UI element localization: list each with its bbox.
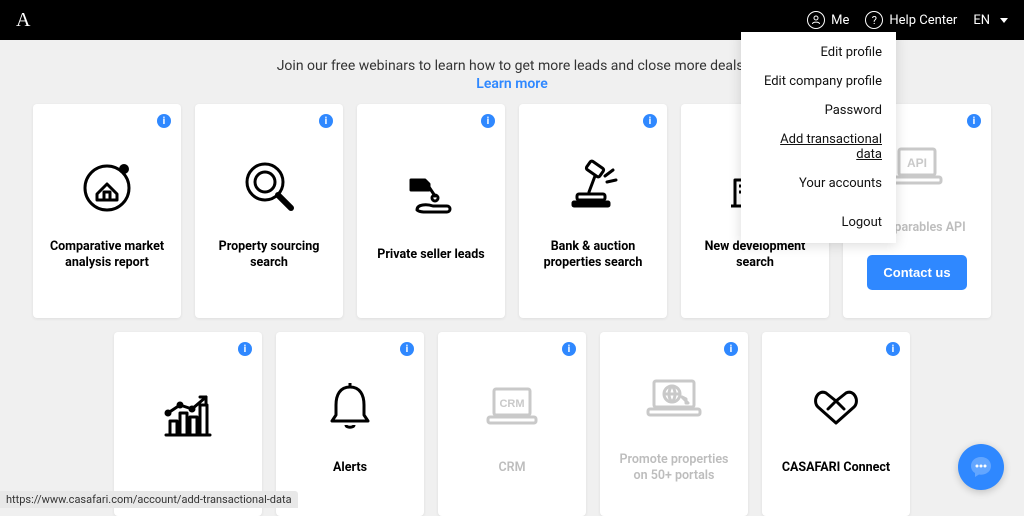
topbar-left: A <box>16 9 30 32</box>
info-icon[interactable]: i <box>400 342 414 356</box>
card-promote[interactable]: i Promote properties on 50+ portals <box>600 332 748 516</box>
help-label: Help Center <box>889 13 957 28</box>
banner-text: Join our free webinars to learn how to g… <box>277 58 748 74</box>
user-icon <box>807 11 825 29</box>
info-icon[interactable]: i <box>319 114 333 128</box>
help-icon: ? <box>865 11 883 29</box>
info-icon[interactable]: i <box>562 342 576 356</box>
dropdown-add-transactional-data[interactable]: Add transactional data <box>741 125 896 169</box>
info-icon[interactable]: i <box>157 114 171 128</box>
info-icon[interactable]: i <box>643 114 657 128</box>
card-cma[interactable]: i Comparative market analysis report <box>33 104 181 318</box>
svg-text:CRM: CRM <box>499 398 524 410</box>
card-alerts[interactable]: i Alerts <box>276 332 424 516</box>
key-hand-icon <box>396 159 466 229</box>
card-title: New development search <box>693 239 817 272</box>
logo[interactable]: A <box>16 9 30 32</box>
magnifier-icon <box>234 151 304 221</box>
language-selector[interactable]: EN <box>973 13 1008 28</box>
dropdown-your-accounts[interactable]: Your accounts <box>741 169 896 198</box>
card-private-seller[interactable]: i Private seller leads <box>357 104 505 318</box>
card-title: Comparative market analysis report <box>45 239 169 272</box>
card-market-analytics[interactable]: i <box>114 332 262 516</box>
gavel-icon <box>558 151 628 221</box>
chat-icon <box>969 455 993 479</box>
me-dropdown: Edit profile Edit company profile Passwo… <box>741 32 896 243</box>
dropdown-password[interactable]: Password <box>741 96 896 125</box>
card-title: Private seller leads <box>377 247 484 263</box>
lang-label: EN <box>973 13 990 28</box>
card-crm[interactable]: i CRM CRM <box>438 332 586 516</box>
svg-text:API: API <box>907 156 927 170</box>
card-title: Alerts <box>333 460 367 476</box>
me-label: Me <box>831 13 849 28</box>
info-icon[interactable]: i <box>886 342 900 356</box>
card-title: CRM <box>498 460 525 476</box>
dropdown-edit-company[interactable]: Edit company profile <box>741 67 896 96</box>
dropdown-logout[interactable]: Logout <box>741 208 896 237</box>
card-bank-auction[interactable]: i Bank & auction properties search <box>519 104 667 318</box>
crm-laptop-icon: CRM <box>477 372 547 442</box>
status-bar-url: https://www.casafari.com/account/add-tra… <box>0 491 298 508</box>
info-icon[interactable]: i <box>238 342 252 356</box>
me-menu[interactable]: Me <box>807 11 849 29</box>
card-title: CASAFARI Connect <box>782 460 890 476</box>
chart-icon <box>153 380 223 450</box>
chat-widget[interactable] <box>958 444 1004 490</box>
help-center-link[interactable]: ? Help Center <box>865 11 957 29</box>
bell-icon <box>315 372 385 442</box>
info-icon[interactable]: i <box>724 342 738 356</box>
handshake-icon <box>801 372 871 442</box>
info-icon[interactable]: i <box>481 114 495 128</box>
house-target-icon <box>72 151 142 221</box>
dropdown-separator <box>741 198 896 208</box>
card-title: Promote properties on 50+ portals <box>612 452 736 485</box>
chevron-down-icon <box>1000 18 1008 23</box>
card-title: Bank & auction properties search <box>531 239 655 272</box>
globe-laptop-icon <box>639 364 709 434</box>
dropdown-edit-profile[interactable]: Edit profile <box>741 38 896 67</box>
card-title: Property sourcing search <box>207 239 331 272</box>
card-sourcing[interactable]: i Property sourcing search <box>195 104 343 318</box>
card-connect[interactable]: i CASAFARI Connect <box>762 332 910 516</box>
topbar-right: Me ? Help Center EN <box>807 11 1008 29</box>
contact-us-button[interactable]: Contact us <box>867 255 966 290</box>
info-icon[interactable]: i <box>967 114 981 128</box>
